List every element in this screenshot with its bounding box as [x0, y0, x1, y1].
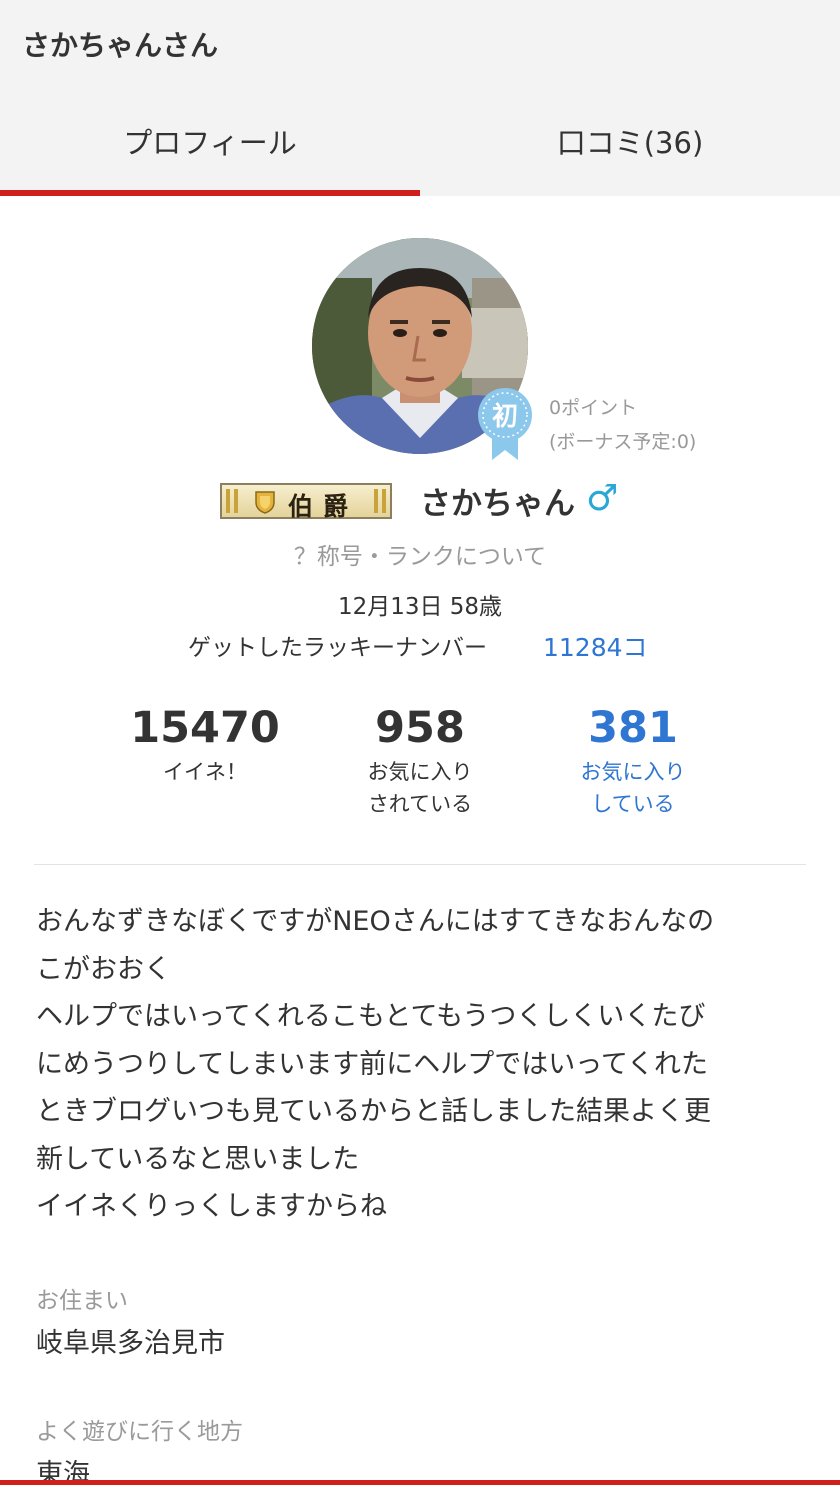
rank-plate-ornament: [374, 489, 378, 513]
rank-info-link[interactable]: ？称号・ランクについて: [0, 537, 840, 571]
bio-line: イイネくりっくしますからね: [36, 1191, 387, 1222]
rank-title: 伯爵: [288, 492, 359, 521]
tab-bar: プロフィール 口コミ(36): [0, 88, 840, 196]
residence-label: お住まい: [36, 1288, 128, 1314]
stat-favorited-by: 958 お気に入り されている: [300, 700, 540, 820]
stat-likes: 15470 イイネ！: [85, 700, 325, 788]
stat-favorites-value[interactable]: 381: [513, 700, 753, 756]
stat-favorited-by-label: お気に入り: [367, 760, 473, 784]
bio-text: おんなずきなぼくですがNEOさんにはすてきなおんなの こがおおく ヘルプではいっ…: [36, 898, 816, 1231]
lucky-number-label: ゲットしたラッキーナンバー: [188, 635, 487, 661]
male-icon: ♂: [586, 478, 619, 519]
lucky-number-link[interactable]: 11284コ: [543, 628, 648, 664]
stat-favorites-label[interactable]: している: [513, 788, 753, 820]
first-badge-icon: 初: [476, 386, 534, 462]
bio-line: ヘルプではいってくれるこもとてもうつくしくいくたび: [36, 1001, 706, 1032]
bio-line: こがおおく: [36, 953, 171, 985]
bio-line: にめうつりしてしまいます前にヘルプではいってくれた: [36, 1048, 709, 1080]
page-title: さかちゃんさん: [22, 29, 219, 62]
stat-favorites-label[interactable]: お気に入り: [513, 756, 753, 788]
app-header: さかちゃんさん: [0, 0, 840, 88]
points-value: 0ポイント: [549, 397, 638, 419]
stat-favorites-link[interactable]: 381 お気に入り している: [513, 700, 753, 820]
bio-line: おんなずきなぼくですがNEOさんにはすてきなおんなの: [36, 906, 715, 937]
shield-icon: [255, 491, 275, 514]
bottom-accent-bar: [0, 1480, 840, 1485]
region-label: よく遊びに行く地方: [36, 1419, 243, 1445]
stat-favorited-by-label: されている: [367, 792, 473, 816]
user-name: さかちゃん: [420, 486, 575, 522]
bonus-value: (ボーナス予定:0): [549, 431, 697, 453]
residence-value: 岐阜県多治見市: [36, 1328, 225, 1359]
birthday-age: 12月13日 58歳: [337, 594, 503, 620]
points-info: 0ポイント (ボーナス予定:0): [549, 391, 696, 459]
badge-label: 初: [492, 402, 518, 432]
stat-favorited-by-value: 958: [375, 703, 465, 753]
tab-profile[interactable]: プロフィール: [0, 88, 420, 196]
stat-likes-value: 15470: [130, 703, 280, 753]
tab-reviews[interactable]: 口コミ(36): [420, 88, 840, 196]
stat-likes-label: イイネ！: [163, 760, 247, 784]
bio-line: ときブログいつも見ているからと話しました結果よく更: [36, 1096, 711, 1127]
bio-line: 新しているなと思いました: [36, 1143, 360, 1175]
rank-plate-ornament: [226, 489, 230, 513]
rank-plate-ornament: [382, 489, 386, 513]
rank-plate: 伯爵: [220, 483, 392, 521]
divider: [34, 864, 806, 865]
rank-plate-ornament: [234, 489, 238, 513]
